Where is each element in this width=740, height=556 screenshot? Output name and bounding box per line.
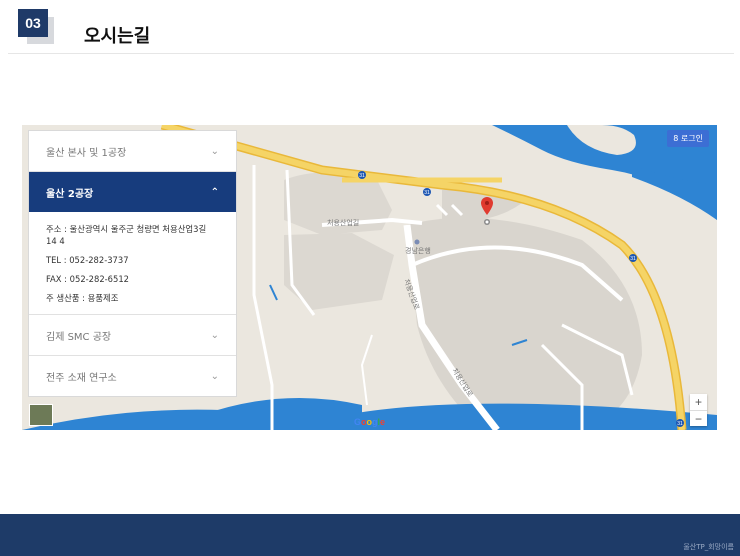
section-title: 오시는길 [84,26,151,47]
accordion-label: 울산 본사 및 1공장 [46,147,127,159]
zoom-in-button[interactable]: + [690,394,707,410]
bank-icon [414,239,420,245]
accordion-header[interactable]: 울산 본사 및 1공장 ⌄ [29,131,236,171]
section-header: 03 오시는길 [0,0,740,56]
tel-text: TEL : 052-282-3737 [46,255,129,265]
accordion-header[interactable]: 전주 소재 연구소 ⌄ [29,356,236,396]
google-logo: Google [354,417,386,427]
accordion-label: 김제 SMC 공장 [46,331,112,343]
chevron-down-icon: ⌄ [210,145,219,157]
address-text: 주소 : 울산광역시 울주군 청량면 처용산업3길 14 4 [46,224,207,246]
road-shield-label: 31 [677,421,683,427]
accordion-item-ulsan-2: 울산 2공장 ⌃ 주소 : 울산광역시 울주군 청량면 처용산업3길 14 4 … [29,171,236,314]
accordion-item-ulsan-hq: 울산 본사 및 1공장 ⌄ [29,131,236,171]
road-label: 처용산업길 [327,218,359,227]
user-icon: 8 [673,134,681,143]
location-accordion: 울산 본사 및 1공장 ⌄ 울산 2공장 ⌃ 주소 : 울산광역시 울주군 청량… [28,130,237,397]
poi-bank-label: 경남은행 [405,246,431,255]
accordion-item-jeonju-lab: 전주 소재 연구소 ⌄ [29,355,236,396]
product-text: 주 생산품 : 용품제조 [46,293,119,303]
accordion-header[interactable]: 울산 2공장 ⌃ [29,172,236,212]
accordion-header[interactable]: 김제 SMC 공장 ⌄ [29,315,236,355]
section-divider [8,53,734,54]
footer-bar: 울산TP_회망이름 [0,514,740,556]
accordion-item-gimje-smc: 김제 SMC 공장 ⌄ [29,314,236,355]
chevron-down-icon: ⌄ [210,370,219,382]
zoom-out-button[interactable]: − [690,411,707,427]
accordion-label: 전주 소재 연구소 [46,372,117,384]
satellite-view-toggle[interactable] [29,404,53,426]
chevron-down-icon: ⌄ [210,329,219,341]
accordion-label: 울산 2공장 [46,188,94,200]
road-shield-label: 31 [359,173,365,179]
map-login-button[interactable]: 8 로그인 [667,130,709,147]
section-number: 03 [18,9,48,37]
accordion-details: 주소 : 울산광역시 울주군 청량면 처용산업3길 14 4 TEL : 052… [29,212,236,314]
road-shield-label: 31 [630,256,636,262]
fax-text: FAX : 052-282-6512 [46,274,129,284]
road-shield-label: 31 [424,190,430,196]
footer-text: 울산TP_회망이름 [683,543,734,551]
location-map[interactable]: 31 31 31 31 처용산업길 처용산업로 처용산업로 경남은행 8 로그인… [22,125,717,430]
chevron-up-icon: ⌃ [210,186,219,198]
zoom-control: + − [690,394,707,426]
